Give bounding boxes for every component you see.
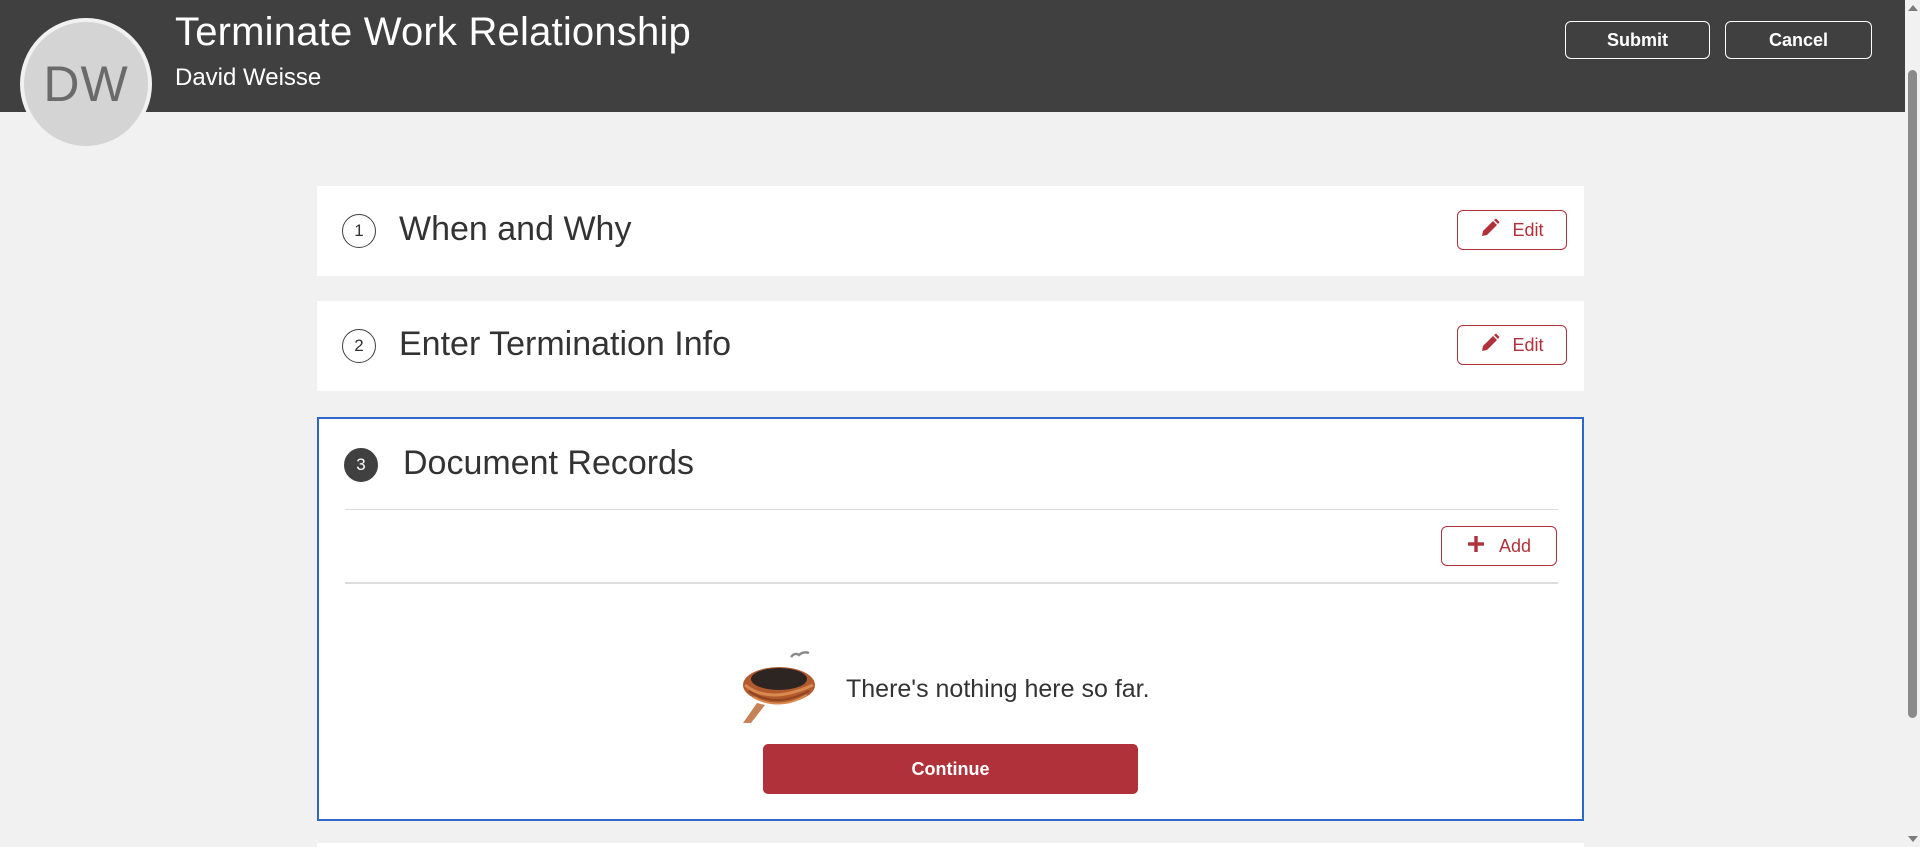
step-document-records: 3 Document Records Add There's nothing h… <box>317 417 1584 821</box>
edit-label: Edit <box>1512 219 1544 240</box>
step-title: Enter Termination Info <box>399 325 731 363</box>
step-number: 3 <box>344 448 378 482</box>
continue-button[interactable]: Continue <box>763 744 1138 794</box>
divider <box>345 582 1558 584</box>
cancel-button[interactable]: Cancel <box>1725 21 1872 59</box>
page-title: Terminate Work Relationship <box>175 10 691 54</box>
divider <box>345 509 1558 510</box>
step-number: 2 <box>342 329 376 363</box>
step-when-and-why: 1 When and Why Edit <box>317 186 1584 276</box>
step-enter-termination-info: 2 Enter Termination Info Edit <box>317 301 1584 391</box>
scroll-up-arrow-icon[interactable] <box>1908 5 1918 11</box>
scroll-thumb[interactable] <box>1908 70 1917 718</box>
next-section-edge <box>317 843 1584 847</box>
avatar: DW <box>20 18 152 150</box>
empty-state-message: There's nothing here so far. <box>846 675 1150 703</box>
vertical-scrollbar[interactable] <box>1905 0 1920 847</box>
edit-termination-info-button[interactable]: Edit <box>1457 325 1567 365</box>
step-number: 1 <box>342 214 376 248</box>
empty-nest-icon <box>739 647 825 727</box>
edit-when-and-why-button[interactable]: Edit <box>1457 210 1567 250</box>
step-title: Document Records <box>403 444 695 482</box>
edit-label: Edit <box>1512 334 1544 355</box>
pencil-icon <box>1480 218 1500 243</box>
page-header: Terminate Work Relationship David Weisse… <box>0 0 1905 112</box>
scroll-down-arrow-icon[interactable] <box>1908 836 1918 842</box>
add-label: Add <box>1498 535 1532 556</box>
plus-icon <box>1467 535 1485 558</box>
add-document-button[interactable]: Add <box>1441 526 1557 566</box>
step-title: When and Why <box>399 210 632 248</box>
submit-button[interactable]: Submit <box>1565 21 1710 59</box>
person-name: David Weisse <box>175 64 322 91</box>
pencil-icon <box>1480 333 1500 358</box>
